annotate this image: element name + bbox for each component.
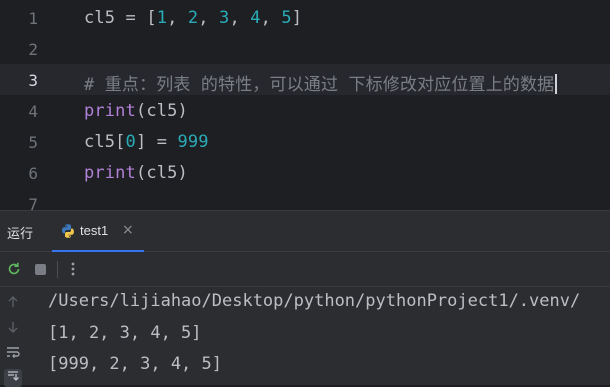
- code-editor[interactable]: 1 cl5 = [1, 2, 3, 4, 5] 2 3 # 重点：列表 的特性，…: [0, 0, 610, 214]
- code-line-2[interactable]: 2: [0, 33, 610, 64]
- run-tab-bar: 运行 test1 ×: [0, 211, 610, 252]
- bracket: ]: [135, 132, 147, 152]
- console-output[interactable]: /Users/lijiahao/Desktop/python/pythonPro…: [48, 287, 610, 385]
- code-line-6[interactable]: 6 print(cl5): [0, 157, 610, 188]
- stop-icon[interactable]: [31, 260, 49, 278]
- line-number-2: 2: [28, 40, 38, 59]
- more-options-icon[interactable]: [64, 260, 82, 278]
- console-line: [999, 2, 3, 4, 5]: [48, 354, 222, 374]
- text-cursor: [555, 74, 558, 94]
- number-literal: 4: [250, 8, 261, 28]
- comment-text: # 重点：列表 的特性，可以通过 下标修改对应位置上的数据: [84, 75, 555, 95]
- line-number-6: 6: [28, 164, 38, 183]
- bracket: ]: [291, 8, 303, 28]
- rerun-icon[interactable]: [5, 260, 23, 278]
- run-panel-title: 运行: [7, 226, 34, 241]
- soft-wrap-icon[interactable]: [4, 345, 22, 363]
- bracket: [: [146, 8, 157, 28]
- code-text-3[interactable]: # 重点：列表 的特性，可以通过 下标修改对应位置上的数据: [84, 70, 558, 95]
- scroll-down-icon[interactable]: [4, 320, 22, 338]
- code-line-3-current[interactable]: 3 # 重点：列表 的特性，可以通过 下标修改对应位置上的数据: [0, 64, 610, 95]
- run-toolbar: [0, 252, 610, 287]
- code-line-5[interactable]: 5 cl5[0] = 999: [0, 126, 610, 157]
- function-name: print: [84, 101, 136, 121]
- comma: ,: [167, 8, 188, 28]
- python-icon: [60, 223, 76, 239]
- function-name: print: [84, 163, 136, 183]
- arguments: (cl5): [135, 163, 188, 183]
- number-literal: 999: [177, 132, 209, 152]
- code-text-4[interactable]: print(cl5): [84, 101, 188, 121]
- index-literal: 0: [125, 132, 136, 152]
- code-text-6[interactable]: print(cl5): [84, 163, 188, 183]
- toolbar-divider: [57, 261, 58, 278]
- number-literal: 5: [281, 8, 292, 28]
- line-number-1: 1: [28, 9, 38, 28]
- arguments: (cl5): [135, 101, 188, 121]
- scroll-up-icon[interactable]: [4, 295, 22, 313]
- line-number-3: 3: [28, 71, 38, 90]
- line-number-4: 4: [28, 102, 38, 121]
- operator: =: [146, 132, 178, 152]
- console-line: [1, 2, 3, 4, 5]: [48, 323, 202, 343]
- number-literal: 3: [219, 8, 230, 28]
- line-number-5: 5: [28, 133, 38, 152]
- code-line-4[interactable]: 4 print(cl5): [0, 95, 610, 126]
- comma: ,: [229, 8, 251, 28]
- code-text-1[interactable]: cl5 = [1, 2, 3, 4, 5]: [84, 8, 302, 28]
- identifier: cl5: [84, 8, 116, 28]
- close-icon[interactable]: ×: [122, 222, 134, 238]
- console-side-toolbar: [0, 287, 26, 387]
- run-tool-window: 运行 test1 × /Users/lijiahao/Desktop/pytho…: [0, 210, 610, 387]
- tab-test1[interactable]: test1 ×: [52, 211, 144, 252]
- code-text-5[interactable]: cl5[0] = 999: [84, 132, 209, 152]
- number-literal: 1: [156, 8, 168, 28]
- scroll-to-end-icon[interactable]: [4, 369, 22, 387]
- identifier: cl5: [84, 132, 116, 152]
- operator: =: [115, 8, 147, 28]
- code-line-1[interactable]: 1 cl5 = [1, 2, 3, 4, 5]: [0, 2, 610, 33]
- comma: ,: [260, 8, 282, 28]
- bracket: [: [115, 132, 126, 152]
- console-line: /Users/lijiahao/Desktop/python/pythonPro…: [48, 291, 581, 311]
- number-literal: 2: [187, 8, 199, 28]
- tab-label: test1: [80, 223, 109, 238]
- comma: ,: [198, 8, 220, 28]
